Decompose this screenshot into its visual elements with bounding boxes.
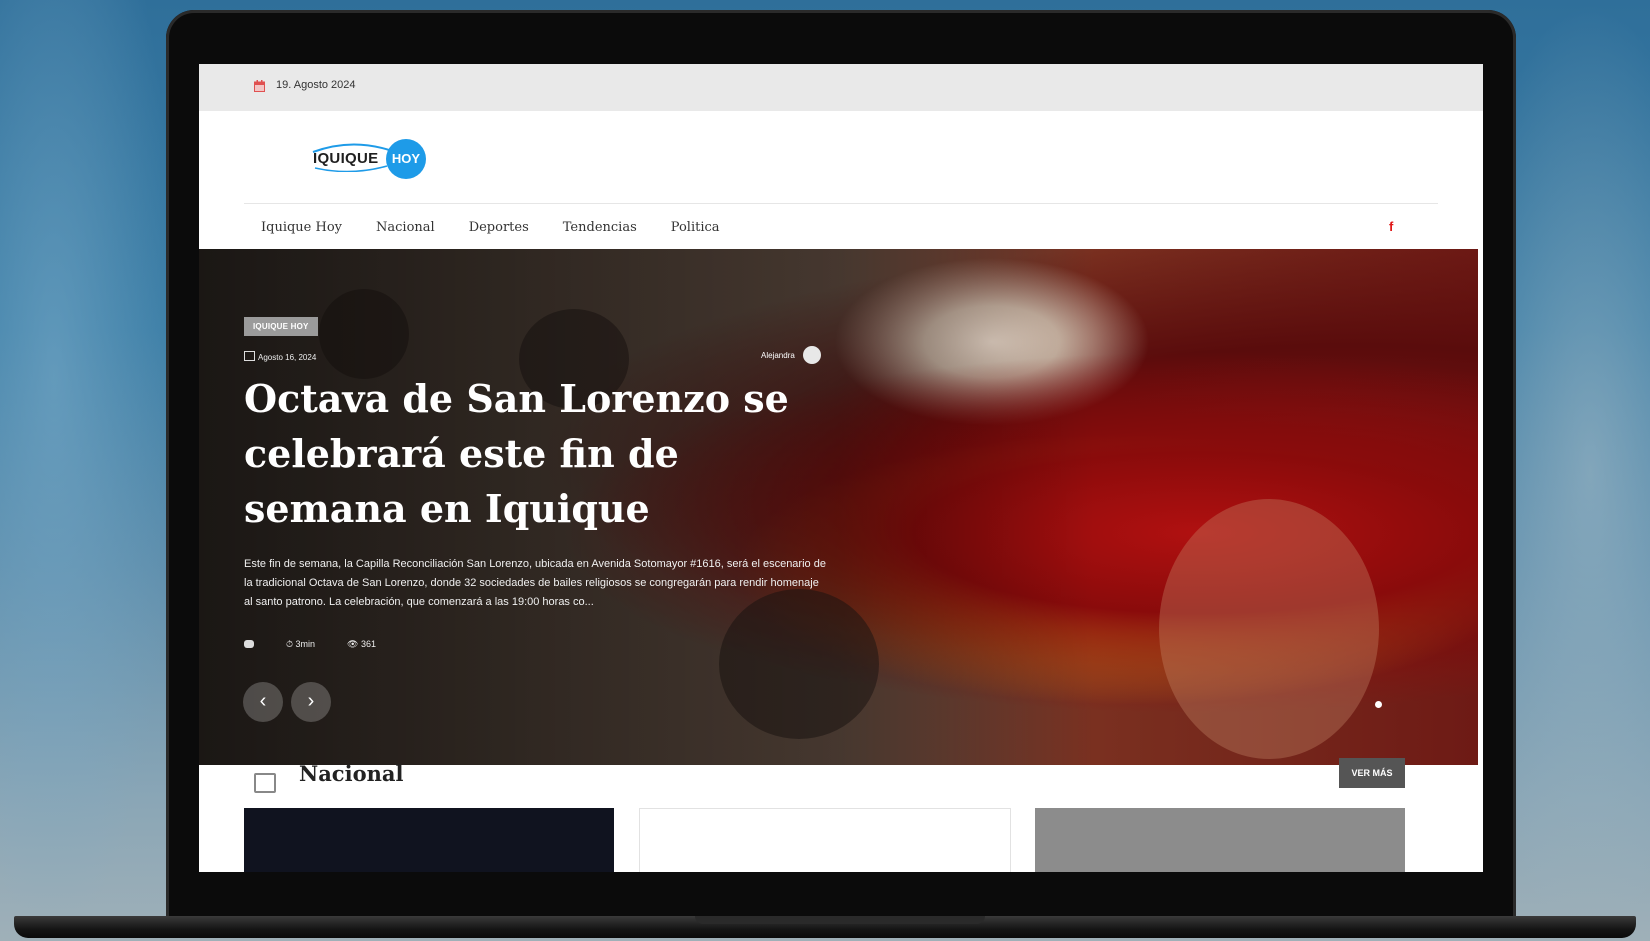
section-title: Nacional — [299, 761, 404, 786]
slider-prev-button[interactable]: ‹ — [243, 682, 283, 722]
top-bar: 19. Agosto 2024 — [199, 64, 1483, 111]
header-divider — [244, 203, 1438, 204]
category-badge[interactable]: IQUIQUE HOY — [244, 317, 318, 336]
main-nav: Iquique Hoy Nacional Deportes Tendencias… — [244, 214, 737, 244]
background-left — [0, 0, 180, 941]
hero-slider: IQUIQUE HOY Agosto 16, 2024 Alejandra Oc… — [199, 249, 1478, 765]
calendar-icon — [244, 351, 255, 361]
slider-dot[interactable] — [1375, 701, 1382, 708]
article-stats: ⏱ 3min 👁 361 — [244, 639, 408, 650]
news-card[interactable] — [244, 808, 614, 872]
logo-badge: HOY — [386, 139, 426, 179]
nav-item-nacional[interactable]: Nacional — [359, 214, 452, 244]
nav-item-deportes[interactable]: Deportes — [452, 214, 546, 244]
calendar-icon — [254, 80, 265, 92]
briefcase-icon — [254, 773, 276, 793]
browser-screen: 19. Agosto 2024 IQUIQUE HOY Iquique Hoy … — [199, 64, 1483, 872]
nav-item-politica[interactable]: Politica — [654, 214, 737, 244]
article-excerpt: Este fin de semana, la Capilla Reconcili… — [244, 558, 826, 608]
news-card[interactable] — [639, 808, 1011, 872]
logo-text: IQUIQUE — [313, 150, 379, 167]
facebook-icon[interactable]: f — [1389, 219, 1393, 234]
author-avatar[interactable] — [803, 346, 821, 364]
views: 👁 361 — [347, 639, 377, 649]
read-time-value: 3min — [295, 639, 316, 649]
article-title[interactable]: Octava de San Lorenzo se celebrará este … — [244, 371, 824, 536]
current-date: 19. Agosto 2024 — [276, 79, 356, 91]
site-logo[interactable]: IQUIQUE HOY — [303, 136, 433, 180]
read-time: ⏱ 3min — [286, 639, 316, 649]
news-card[interactable] — [1035, 808, 1405, 872]
ver-mas-button[interactable]: VER MÁS — [1339, 758, 1405, 788]
views-value: 361 — [360, 639, 377, 649]
article-date: Agosto 16, 2024 — [244, 351, 316, 362]
comment-icon[interactable] — [244, 639, 270, 650]
nav-item-iquique-hoy[interactable]: Iquique Hoy — [244, 214, 359, 244]
article-date-text: Agosto 16, 2024 — [258, 353, 317, 362]
laptop-notch — [695, 916, 985, 924]
slider-next-button[interactable]: › — [291, 682, 331, 722]
article-author[interactable]: Alejandra — [761, 351, 795, 360]
nav-item-tendencias[interactable]: Tendencias — [546, 214, 654, 244]
